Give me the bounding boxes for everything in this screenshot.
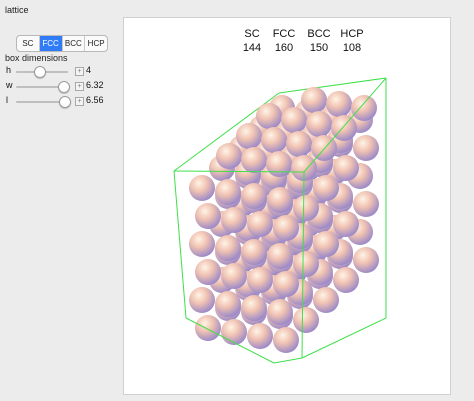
sphere <box>267 243 293 269</box>
sphere <box>267 299 293 325</box>
box-edge <box>273 357 303 364</box>
sphere <box>313 175 339 201</box>
sphere <box>353 135 379 161</box>
sphere <box>247 323 273 349</box>
w-slider-row: w + 6.32 <box>0 80 120 94</box>
sphere <box>353 247 379 273</box>
sphere <box>247 267 273 293</box>
h-slider-label: h <box>6 65 12 75</box>
sphere <box>333 211 359 237</box>
h-slider-expand-icon[interactable]: + <box>75 67 84 76</box>
w-slider-thumb[interactable] <box>57 81 70 93</box>
sphere <box>215 235 241 261</box>
sphere <box>216 143 242 169</box>
l-slider-thumb[interactable] <box>59 96 72 108</box>
sphere <box>313 231 339 257</box>
w-slider-label: w <box>6 80 13 90</box>
sphere <box>215 291 241 317</box>
sphere <box>293 251 319 277</box>
sphere <box>293 195 319 221</box>
sphere <box>189 231 215 257</box>
lattice-sc-button[interactable]: SC <box>17 36 40 51</box>
lattice-selector: SC FCC BCC HCP <box>16 35 108 52</box>
w-slider-expand-icon[interactable]: + <box>75 82 84 91</box>
sphere <box>256 103 282 129</box>
box-dimensions-label: box dimensions <box>5 53 68 63</box>
l-slider-expand-icon[interactable]: + <box>75 97 84 106</box>
sphere-packing <box>189 87 379 353</box>
sphere <box>301 87 327 113</box>
sphere <box>241 295 267 321</box>
h-slider-value: 4 <box>86 65 92 75</box>
sphere <box>353 191 379 217</box>
l-slider-label: l <box>6 95 8 105</box>
sphere <box>286 131 312 157</box>
box-edge <box>278 77 387 94</box>
sphere <box>241 147 267 173</box>
sphere <box>281 107 307 133</box>
sphere <box>313 287 339 313</box>
sphere <box>273 327 299 353</box>
lattice-bcc-button[interactable]: BCC <box>63 36 86 51</box>
lattice-label: lattice <box>5 5 29 15</box>
sphere <box>351 95 377 121</box>
controls-panel: lattice SC FCC BCC HCP box dimensions h … <box>0 0 120 401</box>
sphere <box>221 319 247 345</box>
sphere <box>267 187 293 213</box>
lattice-hcp-button[interactable]: HCP <box>85 36 107 51</box>
sphere <box>241 183 267 209</box>
sphere <box>273 271 299 297</box>
sphere <box>241 239 267 265</box>
sphere <box>215 179 241 205</box>
sphere <box>333 155 359 181</box>
l-slider-row: l + 6.56 <box>0 95 120 109</box>
h-slider-thumb[interactable] <box>34 66 47 78</box>
sphere <box>293 307 319 333</box>
sphere <box>195 259 221 285</box>
output-panel: SC 144 FCC 160 BCC 150 HCP 108 <box>123 17 451 395</box>
sphere <box>221 207 247 233</box>
sphere <box>247 211 273 237</box>
sphere <box>306 111 332 137</box>
sphere <box>189 175 215 201</box>
sphere <box>333 267 359 293</box>
sphere <box>266 151 292 177</box>
sphere <box>221 263 247 289</box>
sphere <box>195 315 221 341</box>
l-slider-value: 6.56 <box>86 95 104 105</box>
lattice-fcc-button[interactable]: FCC <box>39 36 63 51</box>
h-slider-row: h + 4 <box>0 65 120 79</box>
sphere <box>326 91 352 117</box>
sphere <box>189 287 215 313</box>
sphere <box>261 127 287 153</box>
sphere <box>195 203 221 229</box>
sphere <box>273 215 299 241</box>
lattice-3d-view[interactable] <box>124 18 450 394</box>
sphere <box>236 123 262 149</box>
w-slider-value: 6.32 <box>86 80 104 90</box>
box-edge <box>173 170 187 319</box>
